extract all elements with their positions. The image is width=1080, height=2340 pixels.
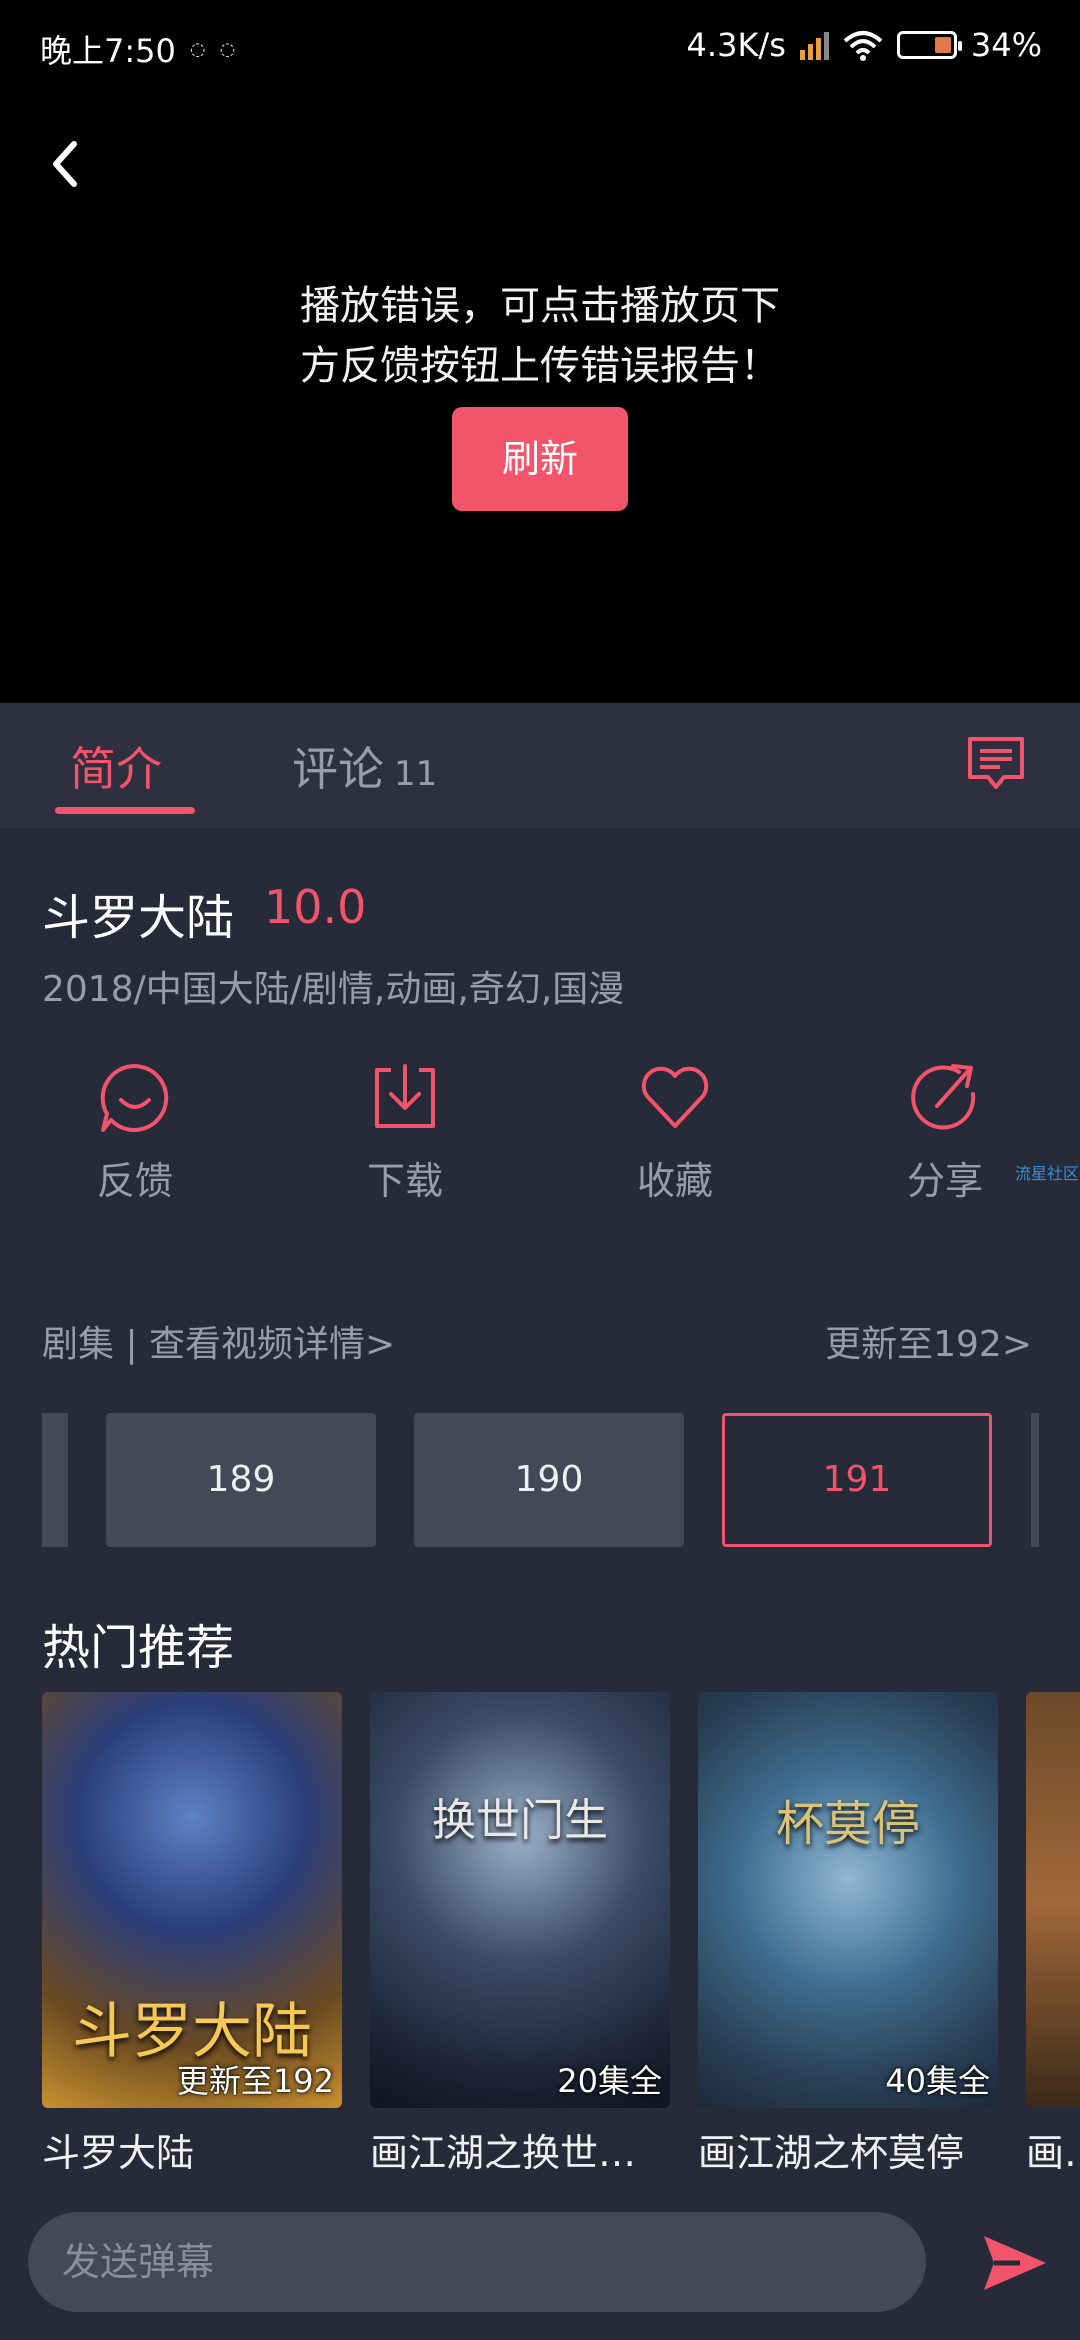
download-button[interactable]: 下载 bbox=[335, 1060, 475, 1205]
feedback-smile-icon bbox=[100, 1063, 169, 1132]
battery-percent: 34% bbox=[970, 26, 1042, 64]
episode-189[interactable]: 189 bbox=[106, 1413, 376, 1547]
show-score: 10.0 bbox=[264, 880, 367, 934]
signal-icon bbox=[799, 30, 829, 60]
poster-badge: 40集全 bbox=[885, 2062, 990, 2100]
notification-icon: ◌ bbox=[189, 38, 206, 60]
episodes-header-link[interactable]: 剧集 | 查看视频详情> bbox=[42, 1315, 395, 1367]
recommend-title: 热门推荐 bbox=[42, 1620, 235, 1676]
recommend-name: 画江湖之换世门... bbox=[370, 2131, 670, 2175]
show-title: 斗罗大陆 bbox=[42, 890, 235, 946]
wifi-icon bbox=[843, 31, 883, 61]
notification-icon-2: ◌ bbox=[219, 38, 236, 60]
recommend-card-partial[interactable]: 画江 bbox=[1026, 1692, 1080, 2177]
share-button[interactable]: 分享 bbox=[875, 1060, 1015, 1205]
recommend-card[interactable]: 杯莫停 40集全 画江湖之杯莫停 bbox=[698, 1692, 998, 2177]
share-icon bbox=[911, 1064, 976, 1130]
comments-count: 11 bbox=[394, 754, 438, 794]
poster-image: 换世门生 20集全 bbox=[370, 1692, 670, 2108]
send-icon[interactable] bbox=[980, 2228, 1050, 2298]
favorite-label: 收藏 bbox=[636, 1159, 713, 1203]
danmaku-input[interactable]: 发送弹幕 bbox=[28, 2212, 926, 2312]
share-label: 分享 bbox=[906, 1159, 983, 1203]
episode-190[interactable]: 190 bbox=[414, 1413, 684, 1547]
error-message-line2: 方反馈按钮上传错误报告！ bbox=[300, 343, 780, 389]
poster-badge: 20集全 bbox=[557, 2062, 662, 2100]
tab-comments[interactable]: 评论 11 bbox=[292, 733, 437, 799]
favorite-button[interactable]: 收藏 bbox=[605, 1060, 745, 1205]
show-meta: 2018/中国大陆/剧情,动画,奇幻,国漫 bbox=[42, 969, 625, 1010]
download-label: 下载 bbox=[366, 1159, 443, 1203]
danmaku-bar: 发送弹幕 bbox=[0, 2190, 1080, 2340]
network-speed: 4.3K/s bbox=[686, 26, 786, 64]
back-arrow-icon[interactable] bbox=[44, 138, 84, 190]
poster-image: 杯莫停 40集全 bbox=[698, 1692, 998, 2108]
recommend-card[interactable]: 换世门生 20集全 画江湖之换世门... bbox=[370, 1692, 670, 2177]
poster-image: 斗罗大陆 更新至192 bbox=[42, 1692, 342, 2108]
poster-badge: 更新至192 bbox=[176, 2062, 334, 2100]
download-icon bbox=[375, 1064, 435, 1128]
status-time: 晚上7:50 bbox=[40, 32, 176, 70]
poster-image bbox=[1026, 1692, 1080, 2108]
recommend-name: 斗罗大陆 bbox=[42, 2131, 195, 2175]
battery-icon bbox=[896, 31, 962, 59]
episode-partial-left[interactable] bbox=[42, 1413, 68, 1547]
refresh-button[interactable]: 刷新 bbox=[452, 407, 628, 511]
tab-comments-label: 评论 bbox=[292, 742, 384, 796]
status-bar: 晚上7:50 ◌ ◌ 4.3K/s 34% bbox=[0, 0, 1080, 96]
feedback-button[interactable]: 反馈 bbox=[65, 1060, 205, 1205]
heart-icon bbox=[641, 1066, 709, 1128]
recommend-name: 画江湖之杯莫停 bbox=[698, 2131, 965, 2175]
error-message-line1: 播放错误，可点击播放页下 bbox=[300, 283, 780, 329]
danmaku-list-icon[interactable] bbox=[964, 731, 1028, 795]
tab-intro[interactable]: 简介 bbox=[70, 733, 162, 799]
watermark: 流星社区 bbox=[1015, 1164, 1080, 1183]
poster-art-text: 杯莫停 bbox=[775, 1795, 921, 1852]
episode-191-active[interactable]: 191 bbox=[722, 1413, 992, 1547]
feedback-label: 反馈 bbox=[96, 1159, 173, 1203]
episode-partial-right[interactable] bbox=[1031, 1413, 1039, 1547]
recommend-card[interactable]: 斗罗大陆 更新至192 斗罗大陆 bbox=[42, 1692, 342, 2177]
recommend-name: 画江 bbox=[1026, 2131, 1080, 2175]
poster-art-text: 换世门生 bbox=[432, 1794, 608, 1846]
episodes-update-link[interactable]: 更新至192> bbox=[825, 1315, 1032, 1367]
tab-active-indicator bbox=[55, 807, 195, 814]
detail-tabs: 简介 评论 11 bbox=[0, 703, 1080, 828]
video-player[interactable]: 晚上7:50 ◌ ◌ 4.3K/s 34% 播放错误，可点击播放页下 方反馈按钮… bbox=[0, 0, 1080, 703]
